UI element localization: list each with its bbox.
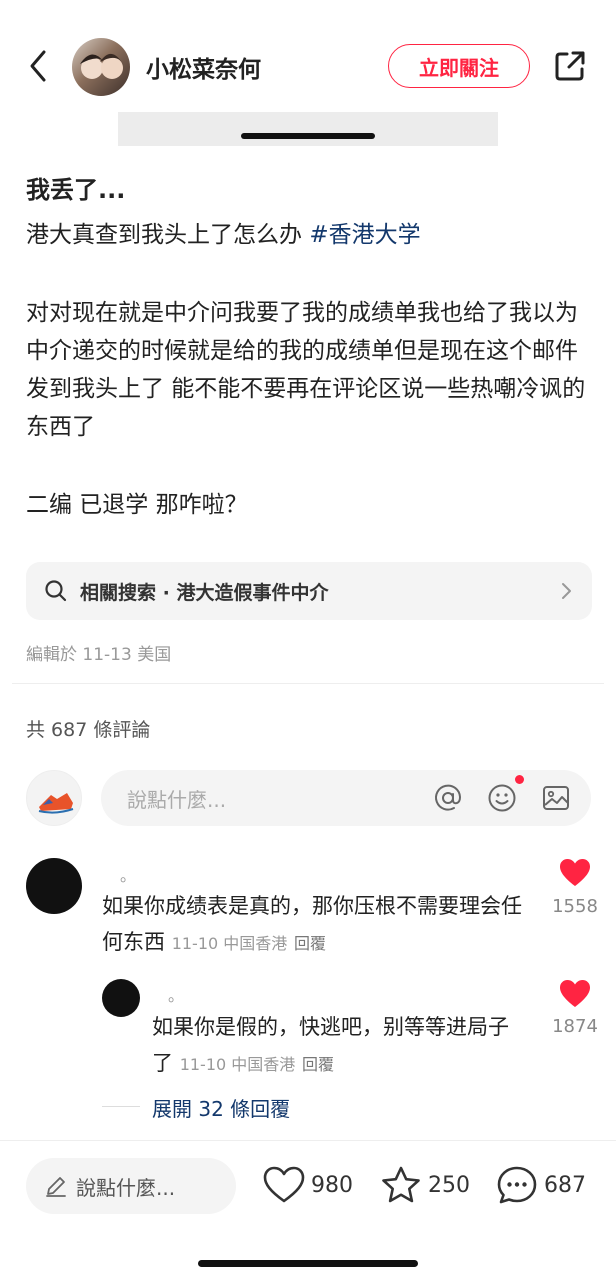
image-button[interactable] (539, 781, 573, 815)
star-icon (382, 1166, 420, 1203)
comment-count: 共 687 條評論 (26, 719, 151, 741)
post-paragraph-3: 二编 已退学 那咋啦？ (26, 492, 248, 518)
post-body: 港大真查到我头上了怎么办 #香港大学 对对现在就是中介问我要了我的成绩单我也给了… (26, 216, 592, 524)
like-count: 1874 (552, 1016, 598, 1037)
avatar-image (38, 793, 74, 814)
related-search-card[interactable]: 相關搜索 · 港大造假事件中介 (26, 562, 592, 620)
share-button[interactable] (550, 46, 590, 86)
comment-meta: 11-10 中国香港 (179, 1055, 296, 1074)
divider (12, 683, 604, 684)
post-image-bottom[interactable] (118, 112, 498, 146)
back-icon (30, 50, 46, 82)
notification-dot (515, 775, 524, 784)
comment-total: 687 (544, 1172, 586, 1198)
pencil-icon (46, 1177, 66, 1197)
post-line-1-text: 港大真查到我头上了怎么办 (26, 222, 310, 248)
post-title: 我丢了... (26, 176, 126, 204)
hashtag-link[interactable]: #香港大学 (309, 222, 420, 248)
favorite-total: 250 (428, 1172, 470, 1198)
post-line-1: 港大真查到我头上了怎么办 #香港大学 (26, 216, 592, 254)
heart-icon (263, 1166, 305, 1203)
home-indicator (198, 1260, 418, 1267)
comment-icon (497, 1166, 537, 1204)
comment-button[interactable]: 687 (496, 1162, 586, 1208)
divider (0, 1140, 616, 1141)
at-icon (435, 784, 462, 811)
commenter-name[interactable]: 。 (168, 982, 184, 1006)
author-name[interactable]: 小松菜奈何 (146, 50, 261, 84)
search-icon (45, 580, 67, 602)
favorite-button[interactable]: 250 (380, 1162, 470, 1208)
commenter-avatar[interactable] (26, 858, 82, 914)
back-button[interactable] (20, 44, 56, 88)
image-icon (543, 786, 569, 810)
avatar-image (80, 53, 124, 79)
comment-text: 如果你是假的，快逃吧，别等等进局子了 11-10 中国香港 回覆 (152, 1009, 537, 1083)
comment-meta: 11-10 中国香港 (171, 934, 288, 953)
like-count: 1558 (552, 896, 598, 917)
bottom-input-placeholder: 說點什麼... (76, 1175, 176, 1200)
share-icon (555, 51, 585, 81)
mention-button[interactable] (431, 781, 465, 815)
heart-icon[interactable] (559, 858, 591, 888)
like-button[interactable]: 980 (263, 1162, 353, 1208)
emoji-icon (488, 784, 516, 812)
top-bar: 小松菜奈何 立即關注 (0, 0, 616, 112)
emoji-button[interactable] (485, 781, 519, 815)
comment-text: 如果你成绩表是真的，那你压根不需要理会任何东西 11-10 中国香港 回覆 (102, 888, 532, 962)
related-search-label: 相關搜索 · 港大造假事件中介 (80, 581, 329, 604)
chevron-right-icon (562, 583, 571, 599)
expand-divider (102, 1106, 140, 1107)
reply-button[interactable]: 回覆 (294, 934, 326, 953)
my-avatar[interactable] (26, 770, 82, 826)
commenter-name[interactable]: 。 (120, 862, 136, 886)
post-paragraph-2: 对对现在就是中介问我要了我的成绩单我也给了我以为中介递交的时候就是给的我的成绩单… (26, 300, 586, 440)
edit-meta: 編輯於 11-13 美国 (26, 645, 172, 665)
heart-icon[interactable] (559, 979, 591, 1009)
author-avatar[interactable] (72, 38, 130, 96)
reply-button[interactable]: 回覆 (302, 1055, 334, 1074)
image-page-indicator (241, 133, 375, 139)
follow-button[interactable]: 立即關注 (388, 44, 530, 88)
like-total: 980 (311, 1172, 353, 1198)
bottom-comment-input[interactable]: 說點什麼... (26, 1158, 236, 1214)
commenter-avatar[interactable] (102, 979, 140, 1017)
expand-replies-button[interactable]: 展開 32 條回覆 (152, 1093, 290, 1122)
